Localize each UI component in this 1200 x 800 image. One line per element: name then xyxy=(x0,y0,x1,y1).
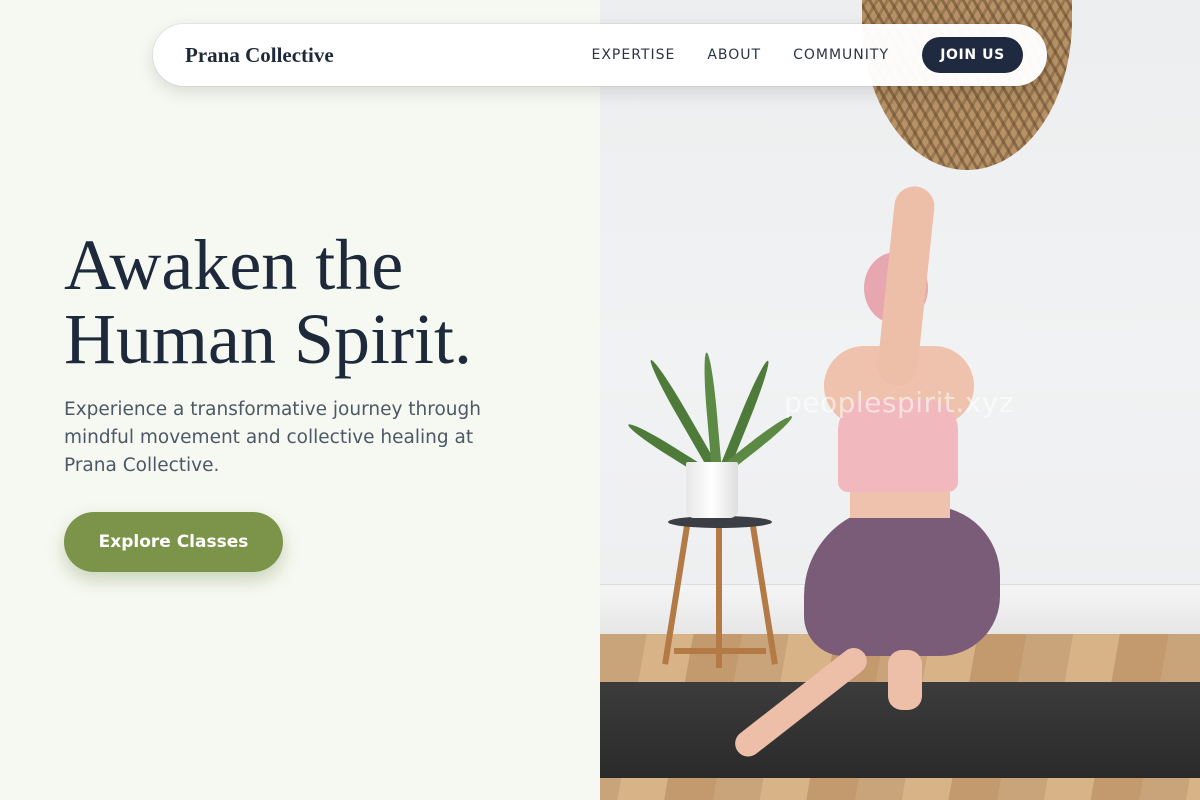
hero-title-line: Awaken the xyxy=(64,225,404,305)
nav-link-expertise[interactable]: EXPERTISE xyxy=(591,47,675,63)
brand-logo[interactable]: Prana Collective xyxy=(185,43,334,68)
explore-classes-button[interactable]: Explore Classes xyxy=(64,512,283,572)
stool-leg xyxy=(716,526,722,668)
hero-title: Awaken the Human Spirit. xyxy=(64,228,584,376)
figure-foot xyxy=(888,650,922,710)
figure-leggings xyxy=(804,506,1000,656)
figure-torso xyxy=(850,488,950,518)
nav-link-about[interactable]: ABOUT xyxy=(707,47,761,63)
hero-title-line: Human Spirit. xyxy=(64,299,472,379)
top-navbar: Prana Collective EXPERTISE ABOUT COMMUNI… xyxy=(153,24,1047,86)
nav-link-community[interactable]: COMMUNITY xyxy=(793,47,889,63)
plant-pot xyxy=(686,462,738,518)
photo-watermark: peoplespirit.xyz xyxy=(784,386,1015,419)
stool-crossbar xyxy=(674,648,766,654)
hero-description: Experience a transformative journey thro… xyxy=(64,399,481,476)
hero-photo: peoplespirit.xyz xyxy=(600,0,1200,800)
nav-links: EXPERTISE ABOUT COMMUNITY JOIN US xyxy=(591,37,1023,73)
join-us-button[interactable]: JOIN US xyxy=(922,37,1023,73)
